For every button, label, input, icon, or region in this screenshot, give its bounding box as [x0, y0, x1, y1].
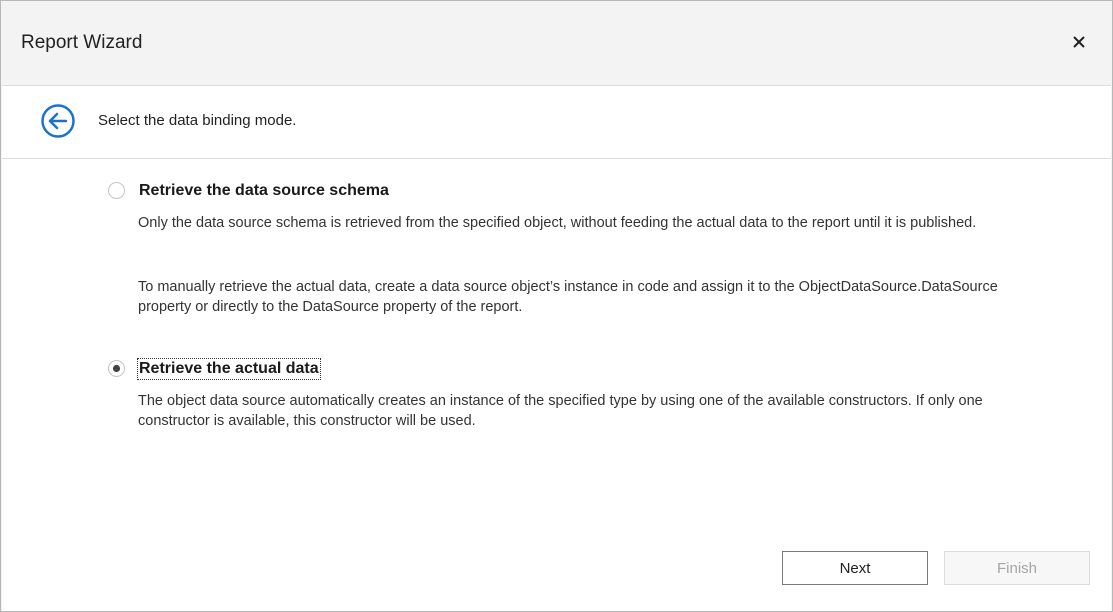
next-button[interactable]: Next [782, 551, 928, 585]
option-description: The object data source automatically cre… [138, 393, 983, 429]
option-description: Only the data source schema is retrieved… [138, 215, 977, 231]
close-button[interactable] [1064, 27, 1094, 57]
back-arrow-circle-icon [41, 104, 75, 138]
report-wizard-window: Report Wizard Select the data binding mo… [0, 0, 1113, 612]
wizard-header: Select the data binding mode. [2, 85, 1111, 159]
finish-button: Finish [944, 551, 1090, 585]
page-instruction: Select the data binding mode. [98, 112, 297, 129]
radio-retrieve-schema[interactable] [107, 181, 126, 200]
option-label-retrieve-actual-data[interactable]: Retrieve the actual data [137, 358, 321, 380]
window-title: Report Wizard [21, 32, 143, 53]
close-icon [1073, 36, 1085, 48]
option-label-retrieve-schema[interactable]: Retrieve the data source schema [138, 181, 390, 201]
title-bar: Report Wizard [1, 1, 1112, 85]
option-description: To manually retrieve the actual data, cr… [138, 279, 998, 315]
back-button[interactable] [40, 103, 76, 139]
radio-retrieve-actual-data[interactable] [107, 359, 126, 378]
wizard-content: Retrieve the data source schema Only the… [2, 159, 1111, 611]
